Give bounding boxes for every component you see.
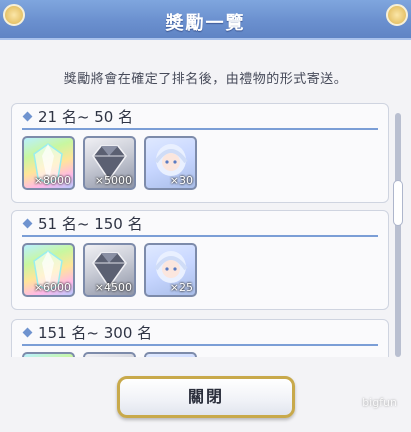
ornament-icon (386, 4, 408, 26)
dark-crystal-icon (85, 354, 134, 357)
character-portrait-icon (146, 354, 195, 357)
reward-item[interactable] (83, 352, 136, 357)
reward-item[interactable] (22, 352, 75, 357)
reward-tier: 21 名~ 50 名 ×8000 ×5000 ×30 (11, 103, 389, 203)
tier-rank-range: 51 名~ 150 名 (38, 215, 143, 233)
item-quantity: ×8000 (33, 174, 71, 187)
reward-item[interactable]: ×8000 (22, 136, 75, 190)
item-quantity: ×6000 (33, 281, 71, 294)
dialog-title: 獎勵一覽 (165, 13, 246, 34)
rainbow-gem-icon (24, 354, 73, 357)
reward-item[interactable]: ×6000 (22, 243, 75, 297)
tier-header: 151 名~ 300 名 (22, 322, 378, 346)
reward-item[interactable] (144, 352, 197, 357)
reward-description: 獎勵將會在確定了排名後，由禮物的形式寄送。 (63, 72, 348, 87)
item-quantity: ×25 (169, 281, 193, 294)
reward-item[interactable]: ×25 (144, 243, 197, 297)
item-quantity: ×5000 (94, 174, 132, 187)
close-button[interactable]: 關閉 (117, 376, 295, 418)
tier-rank-range: 151 名~ 300 名 (38, 324, 153, 342)
scrollbar-thumb[interactable] (393, 180, 403, 226)
scrollbar-track[interactable] (395, 113, 401, 357)
diamond-bullet-icon (22, 111, 33, 122)
diamond-bullet-icon (22, 218, 33, 229)
tier-header: 51 名~ 150 名 (22, 213, 378, 237)
reward-item[interactable]: ×4500 (83, 243, 136, 297)
diamond-bullet-icon (22, 327, 33, 338)
reward-list[interactable]: 21 名~ 50 名 ×8000 ×5000 ×30 51 名~ 150 名 ×… (11, 103, 389, 357)
reward-item[interactable]: ×5000 (83, 136, 136, 190)
item-quantity: ×30 (169, 174, 193, 187)
title-bar: 獎勵一覽 (0, 0, 411, 40)
reward-item[interactable]: ×30 (144, 136, 197, 190)
watermark: bigfun (362, 396, 397, 409)
tier-header: 21 名~ 50 名 (22, 106, 378, 130)
reward-tier: 151 名~ 300 名 (11, 319, 389, 357)
reward-tier: 51 名~ 150 名 ×6000 ×4500 ×25 (11, 210, 389, 310)
tier-rank-range: 21 名~ 50 名 (38, 108, 134, 126)
item-quantity: ×4500 (94, 281, 132, 294)
